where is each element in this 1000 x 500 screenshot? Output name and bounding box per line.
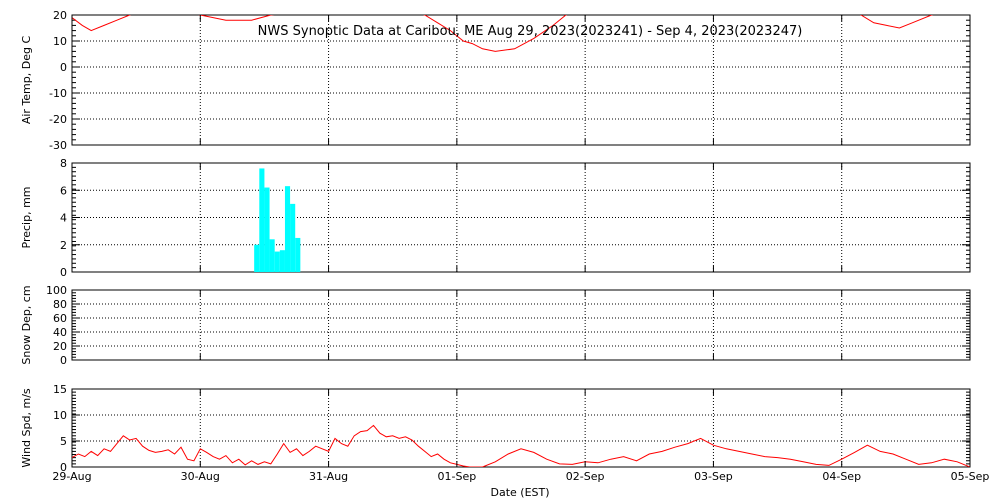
x-tick-label: 31-Aug [309,470,348,483]
y-tick-label: 0 [60,61,67,74]
precip-bar [284,186,291,272]
y-tick-label: -20 [49,113,67,126]
x-tick-label: 03-Sep [694,470,733,483]
x-axis-label: Date (EST) [490,486,549,499]
y-tick-label: -10 [49,87,67,100]
y-axis-label: Snow Dep, cm [20,285,33,364]
y-tick-label: 4 [60,212,67,225]
x-tick-label: 05-Sep [951,470,990,483]
y-tick-label: 5 [60,435,67,448]
y-tick-label: 0 [60,266,67,279]
x-tick-labels: 29-Aug 30-Aug 31-Aug 01-Sep 02-Sep 03-Sep 04-S… [52,470,989,483]
y-tick-label: 15 [53,383,67,396]
panel-frame [71,388,971,468]
x-tick-label: 01-Sep [438,470,477,483]
y-axis-label: Wind Spd, m/s [20,388,33,468]
precip-bar [274,251,280,272]
y-tick-label: 10 [53,35,67,48]
series-line [72,424,970,467]
precip-bar [279,250,285,272]
chart-panel-4: 151050Wind Spd, m/s [20,383,971,474]
y-tick-label: 8 [60,157,67,170]
y-tick-label: 80 [53,298,67,311]
precip-bar [259,168,265,272]
chart-panel-2: 8 6 4 2 0 Precip, mm [20,157,971,279]
y-tick-label: -30 [49,139,67,152]
chart-panels: 20100-10-20-30Air Temp, Deg C86420Precip… [20,9,989,483]
y-tick-label: 0 [60,354,67,367]
chart-panel-3: 100806040200 Snow Dep, cm [20,284,971,367]
y-tick-label: 100 [46,284,67,297]
precip-bar [269,239,275,272]
x-tick-label: 04-Sep [822,470,861,483]
precip-bar [295,237,301,272]
chart-title: NWS Synoptic Data at Caribou, ME Aug 29,… [258,24,803,39]
panel-frame [71,289,971,361]
x-tick-label: 30-Aug [181,470,220,483]
panel-frame [71,162,971,273]
x-tick-label: 02-Sep [566,470,605,483]
series-group [254,168,301,272]
y-axis-label: Precip, mm [20,187,33,249]
chart-svg: 20100-10-20-30Air Temp, Deg C86420Precip… [20,9,989,499]
y-axis-label: Air Temp, Deg C [20,36,33,125]
y-tick-label: 20 [53,9,67,22]
y-tick-label: 20 [53,340,67,353]
precip-bar [290,203,296,272]
chart-figure: 20 10 0 -10 -20 -30 Air Temp, Deg C 8 6 4 2 0 Precip… [0,0,1000,500]
y-tick-label: 2 [60,239,67,252]
y-tick-label: 6 [60,184,67,197]
precip-bar [254,244,260,272]
y-tick-label: 60 [53,312,67,325]
y-tick-label: 40 [53,326,67,339]
x-tick-label: 29-Aug [52,470,91,483]
y-tick-label: 10 [53,409,67,422]
series-group [72,424,970,467]
precip-bar [264,187,270,272]
